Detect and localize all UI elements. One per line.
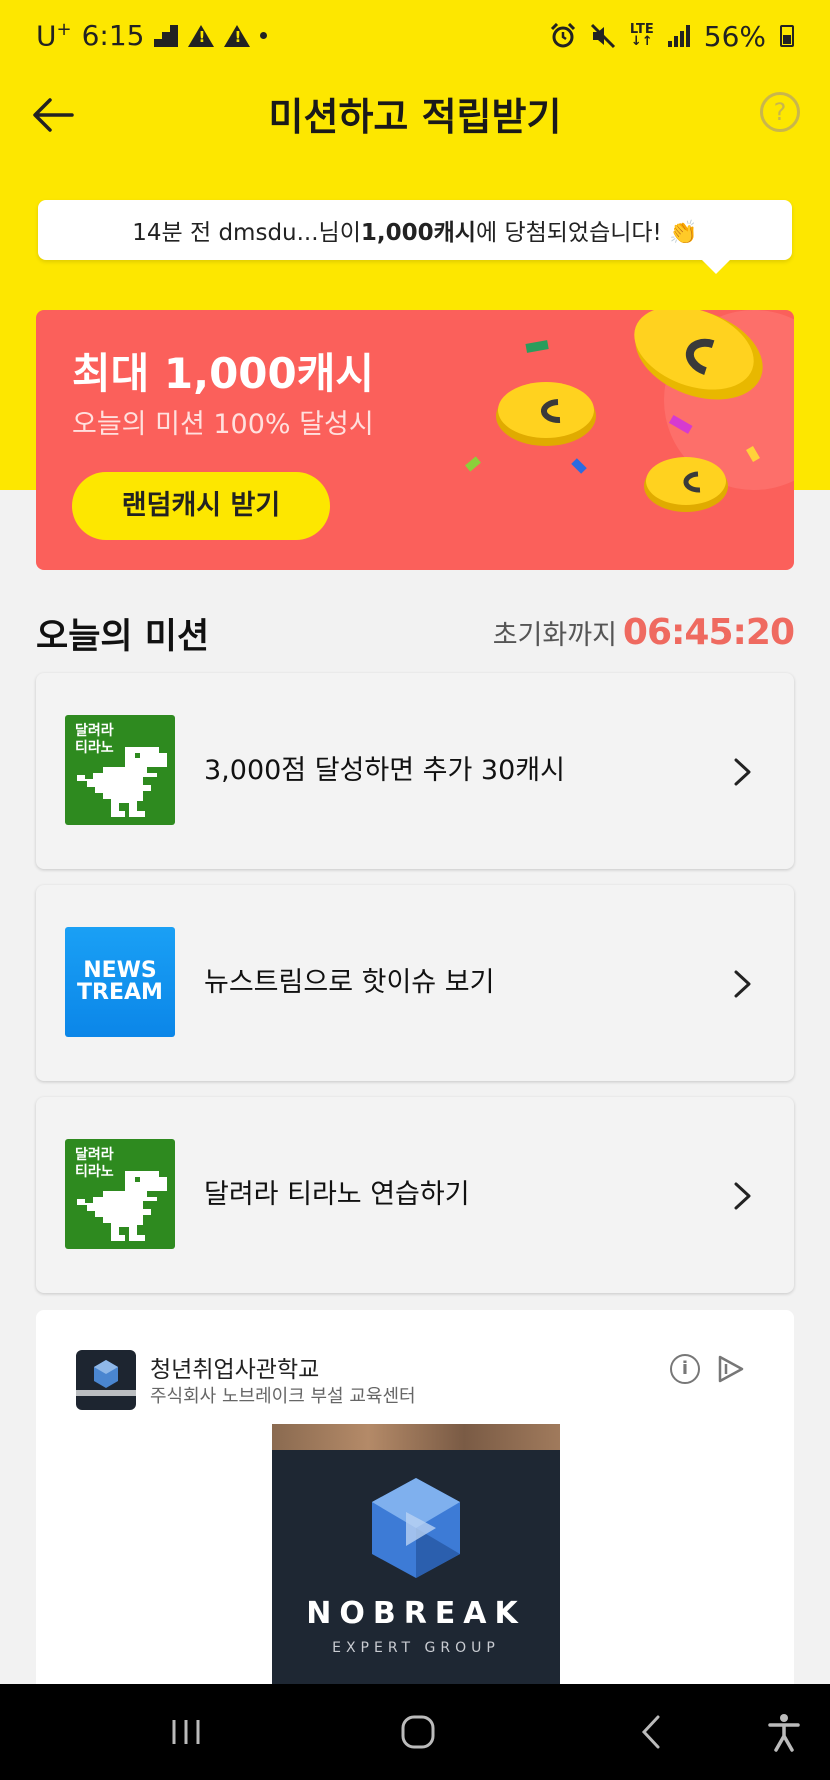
ad-info-icon[interactable]: i [670,1354,700,1384]
random-cash-button[interactable]: 랜덤캐시 받기 [72,472,330,540]
promo-banner: 최대 1,000캐시 오늘의 미션 100% 달성시 랜덤캐시 받기 [36,310,794,570]
reset-label: 초기화까지 [492,620,617,651]
home-icon[interactable] [398,1712,438,1752]
ad-tagline: EXPERT GROUP [332,1640,500,1656]
dinosaur-icon [77,1171,167,1241]
dinosaur-icon [77,747,167,817]
mission-card[interactable]: 달려라 티라노 달려라 티라노 연습하기 [36,1097,794,1293]
mission-label: 뉴스트림으로 핫이슈 보기 [204,967,495,998]
chevron-right-icon [734,758,751,786]
reset-countdown: 초기화까지 06:45:20 [492,612,795,653]
advertiser-org: 주식회사 노브레이크 부설 교육센터 [150,1386,416,1407]
coins-illustration [465,310,794,512]
chevron-right-icon [734,1182,751,1210]
advertiser-name: 청년취업사관학교 [150,1357,320,1383]
warning-icon [188,24,215,47]
page-title: 미션하고 적립받기 [268,95,562,139]
lte-icon: LTE ↓↑ [629,22,654,49]
notification-dot-icon [260,32,268,40]
hexagon-logo-icon [372,1478,460,1578]
battery-percent: 56% [703,19,766,53]
reset-timer: 06:45:20 [622,612,795,653]
notice-prefix: 14분 전 dmsdu...님이 [132,220,361,246]
help-icon[interactable]: ? [760,92,800,132]
accessibility-icon[interactable] [764,1712,804,1752]
back-icon[interactable] [632,1712,672,1752]
mission-label: 3,000점 달성하면 추가 30캐시 [204,755,565,786]
ad-brand-text: NOBREAK [306,1596,526,1631]
promo-title: 최대 1,000캐시 [72,349,375,398]
mission-card[interactable]: 달려라 티라노 3,000점 달성하면 추가 30캐시 [36,673,794,869]
wood-wall [272,1424,560,1450]
ad-card[interactable]: 청년취업사관학교 주식회사 노브레이크 부설 교육센터 i NOBREAK EX… [36,1310,794,1730]
status-bar: U+ 6:15 LTE↓↑ 56% [0,0,830,72]
advertiser-logo [76,1350,136,1410]
signal-icon [667,25,690,47]
system-nav-bar [0,1684,830,1780]
coin-icon [644,457,728,512]
notice-suffix: 에 당첨되었습니다! 👏 [475,220,698,246]
newstream-thumbnail: NEWS TREAM [65,927,175,1037]
promo-subtitle: 오늘의 미션 100% 달성시 [72,409,374,440]
stairs-icon [154,24,179,47]
winner-notice: 14분 전 dmsdu...님이 1,000캐시 에 당첨되었습니다! 👏 [38,200,792,274]
dino-game-thumbnail: 달려라 티라노 [65,1139,175,1249]
recent-apps-icon[interactable] [166,1712,206,1752]
dino-game-thumbnail: 달려라 티라노 [65,715,175,825]
notice-amount: 1,000캐시 [360,220,476,246]
ad-choices-icon[interactable] [716,1354,746,1384]
mission-card[interactable]: NEWS TREAM 뉴스트림으로 핫이슈 보기 [36,885,794,1081]
mission-label: 달려라 티라노 연습하기 [204,1179,470,1210]
warning-icon [224,24,251,47]
battery-icon [780,25,794,47]
alarm-icon [550,23,575,48]
missions-section-title: 오늘의 미션 [36,617,210,657]
coin-icon [496,382,596,446]
mute-icon [590,23,615,49]
clock: 6:15 [81,19,145,53]
carrier-label: U+ [36,19,72,53]
app-header: 미션하고 적립받기 ? [0,72,830,156]
chevron-right-icon [734,970,751,998]
